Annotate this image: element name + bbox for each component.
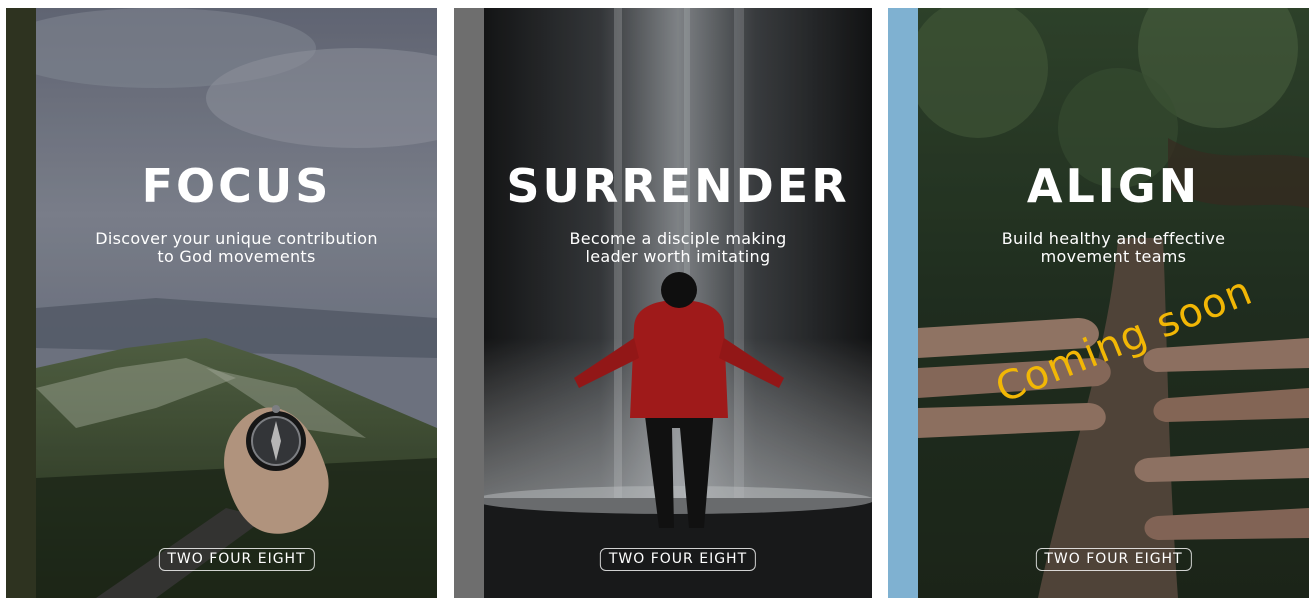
- book-surrender[interactable]: SURRENDER Become a disciple making leade…: [454, 8, 872, 598]
- brand-label: TWO FOUR EIGHT: [1035, 548, 1192, 571]
- book-focus[interactable]: FOCUS Discover your unique contribution …: [6, 8, 437, 598]
- brand-label: TWO FOUR EIGHT: [599, 548, 757, 571]
- book-subtitle: Discover your unique contribution to God…: [95, 229, 378, 266]
- book-title: FOCUS: [141, 159, 332, 213]
- book-cover-surrender[interactable]: SURRENDER Become a disciple making leade…: [484, 8, 872, 598]
- book-title: ALIGN: [1026, 159, 1201, 213]
- book-title: SURRENDER: [506, 159, 850, 213]
- book-align[interactable]: ALIGN Build healthy and effective moveme…: [888, 8, 1309, 598]
- book-spine: [888, 8, 918, 598]
- mountain-compass-photo: [36, 8, 437, 598]
- book-cover-align[interactable]: ALIGN Build healthy and effective moveme…: [918, 8, 1309, 598]
- book-subtitle: Become a disciple making leader worth im…: [569, 229, 787, 266]
- book-subtitle: Build healthy and effective movement tea…: [1001, 229, 1226, 266]
- brand-label: TWO FOUR EIGHT: [158, 548, 315, 571]
- book-cover-focus[interactable]: FOCUS Discover your unique contribution …: [36, 8, 437, 598]
- book-spine: [454, 8, 484, 598]
- waterfall-person-photo: [484, 8, 872, 598]
- book-spine: [6, 8, 36, 598]
